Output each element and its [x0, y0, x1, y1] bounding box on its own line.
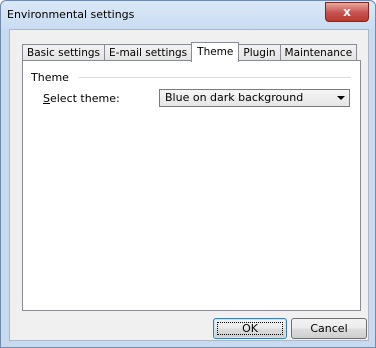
ok-button[interactable]: OK [213, 318, 287, 339]
tab-email-settings[interactable]: E-mail settings [104, 44, 193, 61]
chevron-down-icon [337, 96, 345, 100]
theme-tab-panel: Theme Select theme: Blue on dark backgro… [22, 60, 361, 311]
cancel-button-label: Cancel [310, 322, 348, 335]
close-button[interactable]: x [325, 2, 369, 22]
focus-ring [217, 322, 283, 335]
window-title: Environmental settings [7, 8, 135, 21]
dialog-client-area: Basic settings E-mail settings Theme Plu… [9, 29, 369, 341]
select-theme-accelerator: S [43, 92, 50, 105]
close-icon: x [343, 5, 351, 19]
theme-select[interactable]: Blue on dark background [159, 89, 350, 107]
tab-strip: Basic settings E-mail settings Theme Plu… [22, 42, 358, 62]
title-bar[interactable]: Environmental settings x [1, 1, 375, 29]
tab-plugin[interactable]: Plugin [238, 44, 281, 61]
tab-maintenance[interactable]: Maintenance [279, 44, 358, 61]
theme-select-value: Blue on dark background [165, 91, 304, 104]
settings-dialog: Environmental settings x Basic settings … [0, 0, 376, 348]
select-theme-label-text: elect theme: [49, 92, 120, 105]
tab-theme[interactable]: Theme [191, 42, 240, 62]
tab-basic-settings[interactable]: Basic settings [22, 44, 106, 61]
select-theme-label: Select theme: [43, 92, 120, 105]
group-divider [79, 77, 351, 78]
theme-group-label: Theme [31, 71, 69, 84]
cancel-button[interactable]: Cancel [291, 318, 367, 339]
